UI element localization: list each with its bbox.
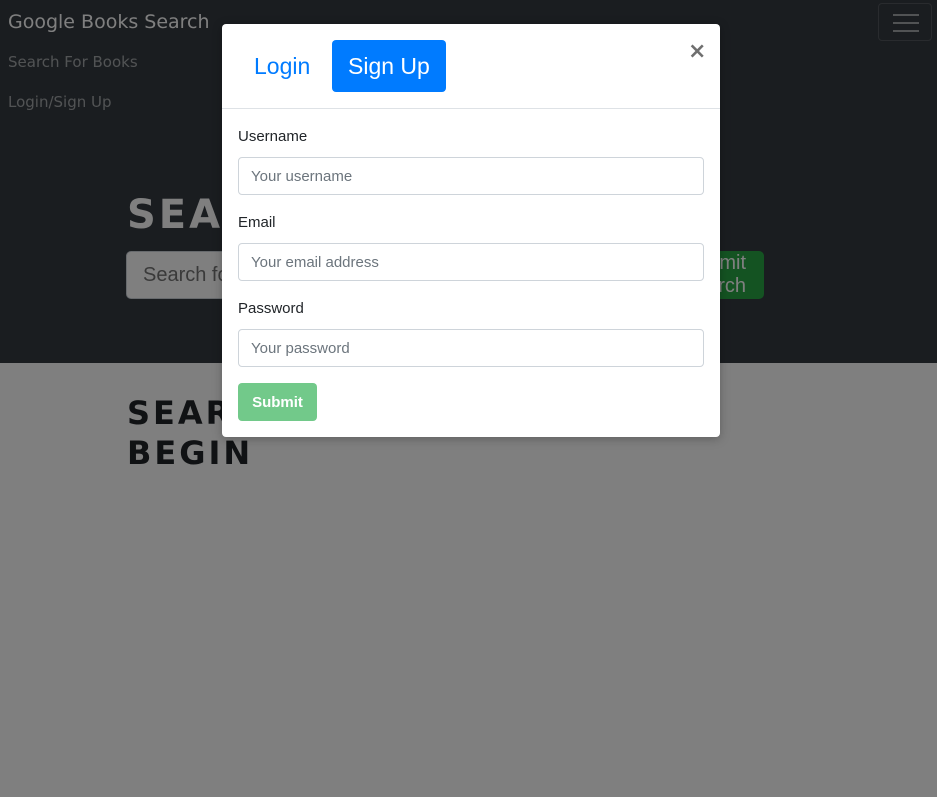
- password-label: Password: [238, 300, 304, 317]
- submit-button[interactable]: Submit: [238, 383, 317, 421]
- email-label: Email: [238, 214, 276, 231]
- password-field[interactable]: [238, 329, 704, 367]
- username-field[interactable]: [238, 157, 704, 195]
- close-icon[interactable]: ×: [688, 40, 706, 64]
- username-label: Username: [238, 128, 308, 145]
- email-field[interactable]: [238, 243, 704, 281]
- signup-modal: Login Sign Up × Username Email Password …: [222, 24, 720, 437]
- modal-header: Login Sign Up ×: [222, 24, 720, 109]
- tab-signup[interactable]: Sign Up: [332, 40, 446, 92]
- tab-login[interactable]: Login: [238, 40, 326, 92]
